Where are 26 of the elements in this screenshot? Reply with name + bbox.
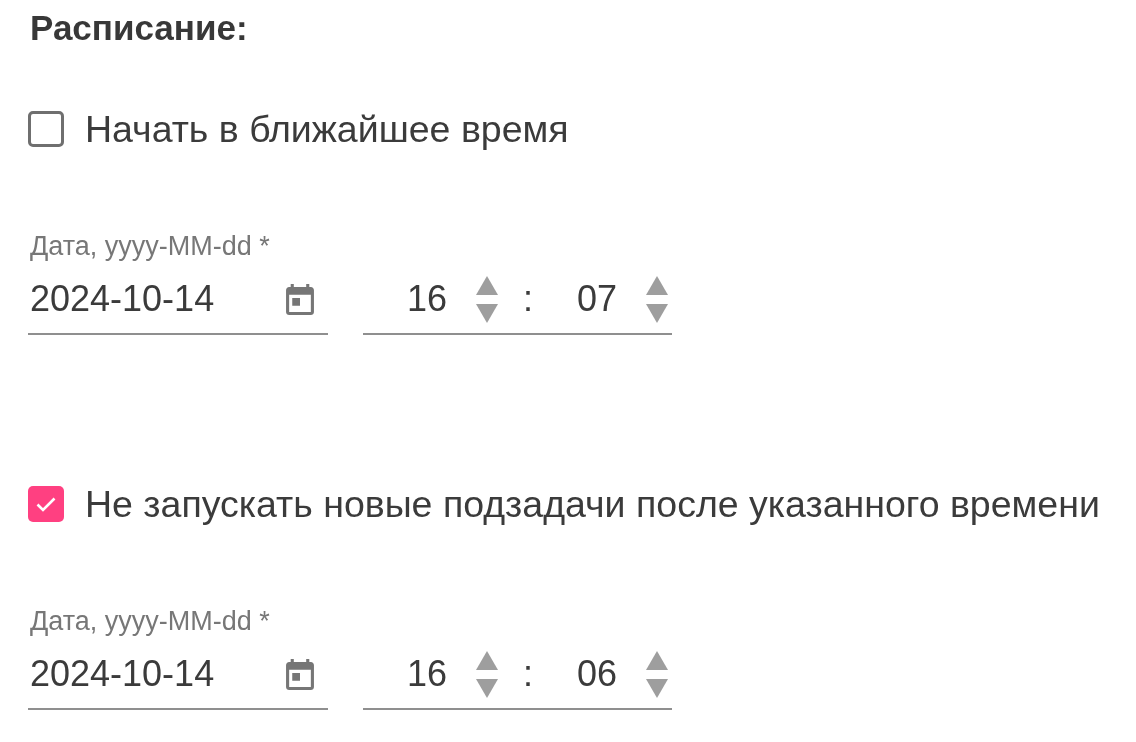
check-icon: [36, 496, 56, 512]
calendar-icon[interactable]: [286, 658, 314, 690]
checkbox[interactable]: [28, 111, 64, 147]
time-separator: :: [522, 654, 534, 694]
up-triangle-icon[interactable]: [476, 650, 498, 670]
checkbox-label: Начать в ближайшее время: [85, 109, 569, 149]
date-input[interactable]: 2024-10-14: [30, 654, 286, 694]
up-triangle-icon[interactable]: [476, 275, 498, 295]
date-field-label: Дата, yyyy-MM-dd *: [30, 607, 270, 635]
date-field-label: Дата, yyyy-MM-dd *: [30, 232, 270, 260]
time-separator: :: [522, 279, 534, 319]
checkbox-label: Не запускать новые подзадачи после указанного времени: [85, 484, 1100, 524]
minutes-input[interactable]: 07: [567, 279, 627, 319]
hours-input[interactable]: 16: [397, 279, 457, 319]
down-triangle-icon[interactable]: [646, 303, 668, 323]
down-triangle-icon[interactable]: [476, 678, 498, 698]
up-triangle-icon[interactable]: [646, 275, 668, 295]
calendar-icon[interactable]: [286, 283, 314, 315]
section-title: Расписание:: [30, 8, 248, 48]
date-input[interactable]: 2024-10-14: [30, 279, 286, 319]
up-triangle-icon[interactable]: [646, 650, 668, 670]
hours-input[interactable]: 16: [397, 654, 457, 694]
down-triangle-icon[interactable]: [476, 303, 498, 323]
down-triangle-icon[interactable]: [646, 678, 668, 698]
minutes-input[interactable]: 06: [567, 654, 627, 694]
checkbox[interactable]: [28, 486, 64, 522]
